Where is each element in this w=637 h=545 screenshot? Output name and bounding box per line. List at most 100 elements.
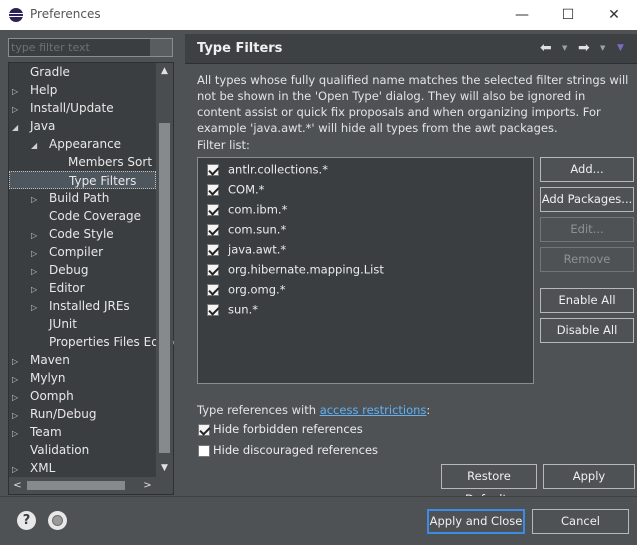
filter-checkbox[interactable]: [207, 163, 219, 176]
access-restrictions-link[interactable]: access restrictions: [320, 403, 427, 417]
tree-item-properties-files-editor[interactable]: Properties Files Edito: [31, 333, 174, 351]
clear-filter-button[interactable]: [150, 39, 172, 56]
tree-horizontal-scrollbar[interactable]: < >: [9, 477, 173, 494]
filter-text: org.omg.*: [228, 282, 286, 297]
tree-item-validation[interactable]: Validation: [12, 441, 89, 459]
vertical-scroll-thumb[interactable]: [159, 123, 170, 453]
tree-item-label: XML: [30, 461, 56, 475]
filter-checkbox[interactable]: [207, 283, 219, 296]
tree-item-debug[interactable]: ▷ Debug: [31, 261, 88, 279]
page-title: Type Filters: [197, 41, 283, 56]
tree-item-editor[interactable]: ▷ Editor: [31, 279, 85, 297]
forward-arrow-icon[interactable]: ➡: [578, 40, 590, 56]
edit-button[interactable]: Edit...: [540, 217, 634, 242]
tree-item-type-filters[interactable]: Type Filters: [9, 171, 156, 189]
minimize-button[interactable]: —: [499, 0, 545, 30]
maximize-button[interactable]: ☐: [545, 0, 591, 30]
hide-discouraged-checkbox[interactable]: [198, 444, 210, 457]
tree-item-gradle[interactable]: Gradle: [12, 63, 70, 81]
tree-item-java[interactable]: ◢ Java: [12, 117, 55, 135]
tree-item-junit[interactable]: JUnit: [31, 315, 77, 333]
tree-item-label: Installed JREs: [49, 299, 130, 313]
filter-item[interactable]: antlr.collections.*: [207, 161, 328, 179]
tree-item-installed-jres[interactable]: ▷ Installed JREs: [31, 297, 130, 315]
close-button[interactable]: ✕: [591, 0, 637, 30]
tree-item-label: Oomph: [30, 389, 74, 403]
scroll-left-icon[interactable]: <: [9, 477, 26, 494]
tree-item-label: Type Filters: [69, 174, 137, 188]
tree-item-build-path[interactable]: ▷ Build Path: [31, 189, 109, 207]
page-description: All types whose fully qualified name mat…: [197, 73, 629, 135]
tree-item-label: Code Style: [49, 227, 114, 241]
help-icon[interactable]: ?: [17, 511, 36, 530]
collapse-icon[interactable]: ◢: [12, 119, 22, 137]
filter-checkbox[interactable]: [207, 303, 219, 316]
filter-item[interactable]: org.omg.*: [207, 281, 285, 299]
tree-item-maven[interactable]: ▷ Maven: [12, 351, 70, 369]
preference-tree: Gradle ▷ Help ▷ Install/Update ◢ Java ◢ Appe…: [8, 62, 174, 495]
filter-item[interactable]: org.hibernate.mapping.List: [207, 261, 384, 279]
filter-text: org.hibernate.mapping.List: [228, 262, 384, 277]
tree-item-mylyn[interactable]: ▷ Mylyn: [12, 369, 66, 387]
tree-item-oomph[interactable]: ▷ Oomph: [12, 387, 74, 405]
hide-forbidden-checkbox[interactable]: [198, 423, 210, 436]
restore-defaults-button[interactable]: Restore Defaults: [441, 464, 537, 506]
scroll-right-icon[interactable]: >: [139, 477, 156, 494]
filter-checkbox[interactable]: [207, 203, 219, 216]
filter-checkbox[interactable]: [207, 263, 219, 276]
tree-item-appearance[interactable]: ◢ Appearance: [31, 135, 121, 153]
scroll-up-icon[interactable]: ▲: [156, 63, 173, 80]
tree-item-label: Validation: [30, 443, 90, 457]
type-references-prefix: Type references with: [197, 403, 320, 417]
disable-all-button[interactable]: Disable All: [540, 318, 634, 343]
filter-checkbox[interactable]: [207, 223, 219, 236]
filter-item[interactable]: java.awt.*: [207, 241, 286, 259]
tree-item-xml[interactable]: ▷ XML: [12, 459, 55, 477]
record-macro-icon[interactable]: [48, 511, 67, 530]
hide-forbidden-option[interactable]: Hide forbidden references: [198, 422, 363, 436]
collapse-icon[interactable]: ◢: [31, 137, 41, 155]
enable-all-button[interactable]: Enable All: [540, 288, 634, 313]
filter-checkbox[interactable]: [207, 183, 219, 196]
filter-item[interactable]: com.sun.*: [207, 221, 286, 239]
window-title: Preferences: [30, 7, 101, 21]
add-packages-button[interactable]: Add Packages...: [540, 187, 634, 212]
tree-item-label: Install/Update: [30, 101, 114, 115]
page-header: Type Filters ⬅ ▼ ➡ ▼ ▼: [185, 34, 637, 64]
forward-dropdown-icon[interactable]: ▼: [600, 44, 605, 52]
back-arrow-icon[interactable]: ⬅: [540, 40, 552, 56]
tree-item-label: Run/Debug: [30, 407, 97, 421]
tree-item-label: Build Path: [49, 191, 110, 205]
type-references-suffix: :: [426, 403, 431, 417]
tree-item-label: Help: [30, 83, 58, 97]
add-button[interactable]: Add...: [540, 157, 634, 182]
scroll-down-icon[interactable]: ▼: [156, 460, 173, 477]
tree-item-compiler[interactable]: ▷ Compiler: [31, 243, 103, 261]
back-dropdown-icon[interactable]: ▼: [562, 44, 567, 52]
remove-button[interactable]: Remove: [540, 247, 634, 272]
tree-item-install-update[interactable]: ▷ Install/Update: [12, 99, 114, 117]
filter-item[interactable]: COM.*: [207, 181, 264, 199]
tree-item-label: Code Coverage: [49, 209, 142, 223]
apply-button[interactable]: Apply: [543, 464, 635, 489]
horizontal-scroll-thumb[interactable]: [27, 481, 125, 490]
tree-item-label: Appearance: [49, 137, 122, 151]
tree-item-team[interactable]: ▷ Team: [12, 423, 62, 441]
tree-item-run-debug[interactable]: ▷ Run/Debug: [12, 405, 97, 423]
tree-item-members-sort[interactable]: Members Sort O: [50, 153, 165, 171]
filter-item[interactable]: sun.*: [207, 301, 258, 319]
type-filters-page: All types whose fully qualified name mat…: [185, 64, 637, 506]
hide-discouraged-option[interactable]: Hide discouraged references: [198, 443, 378, 457]
tree-item-code-coverage[interactable]: Code Coverage: [31, 207, 141, 225]
apply-and-close-button[interactable]: Apply and Close: [427, 509, 525, 534]
view-menu-icon[interactable]: ▼: [617, 43, 624, 53]
filter-item[interactable]: com.ibm.*: [207, 201, 287, 219]
filter-checkbox[interactable]: [207, 243, 219, 256]
filter-input[interactable]: type filter text: [8, 38, 173, 57]
tree-vertical-scrollbar[interactable]: ▲ ▼: [156, 63, 173, 477]
hide-discouraged-label: Hide discouraged references: [213, 443, 379, 457]
hide-forbidden-label: Hide forbidden references: [213, 422, 363, 436]
tree-item-help[interactable]: ▷ Help: [12, 81, 57, 99]
cancel-button[interactable]: Cancel: [532, 509, 629, 534]
tree-item-code-style[interactable]: ▷ Code Style: [31, 225, 114, 243]
